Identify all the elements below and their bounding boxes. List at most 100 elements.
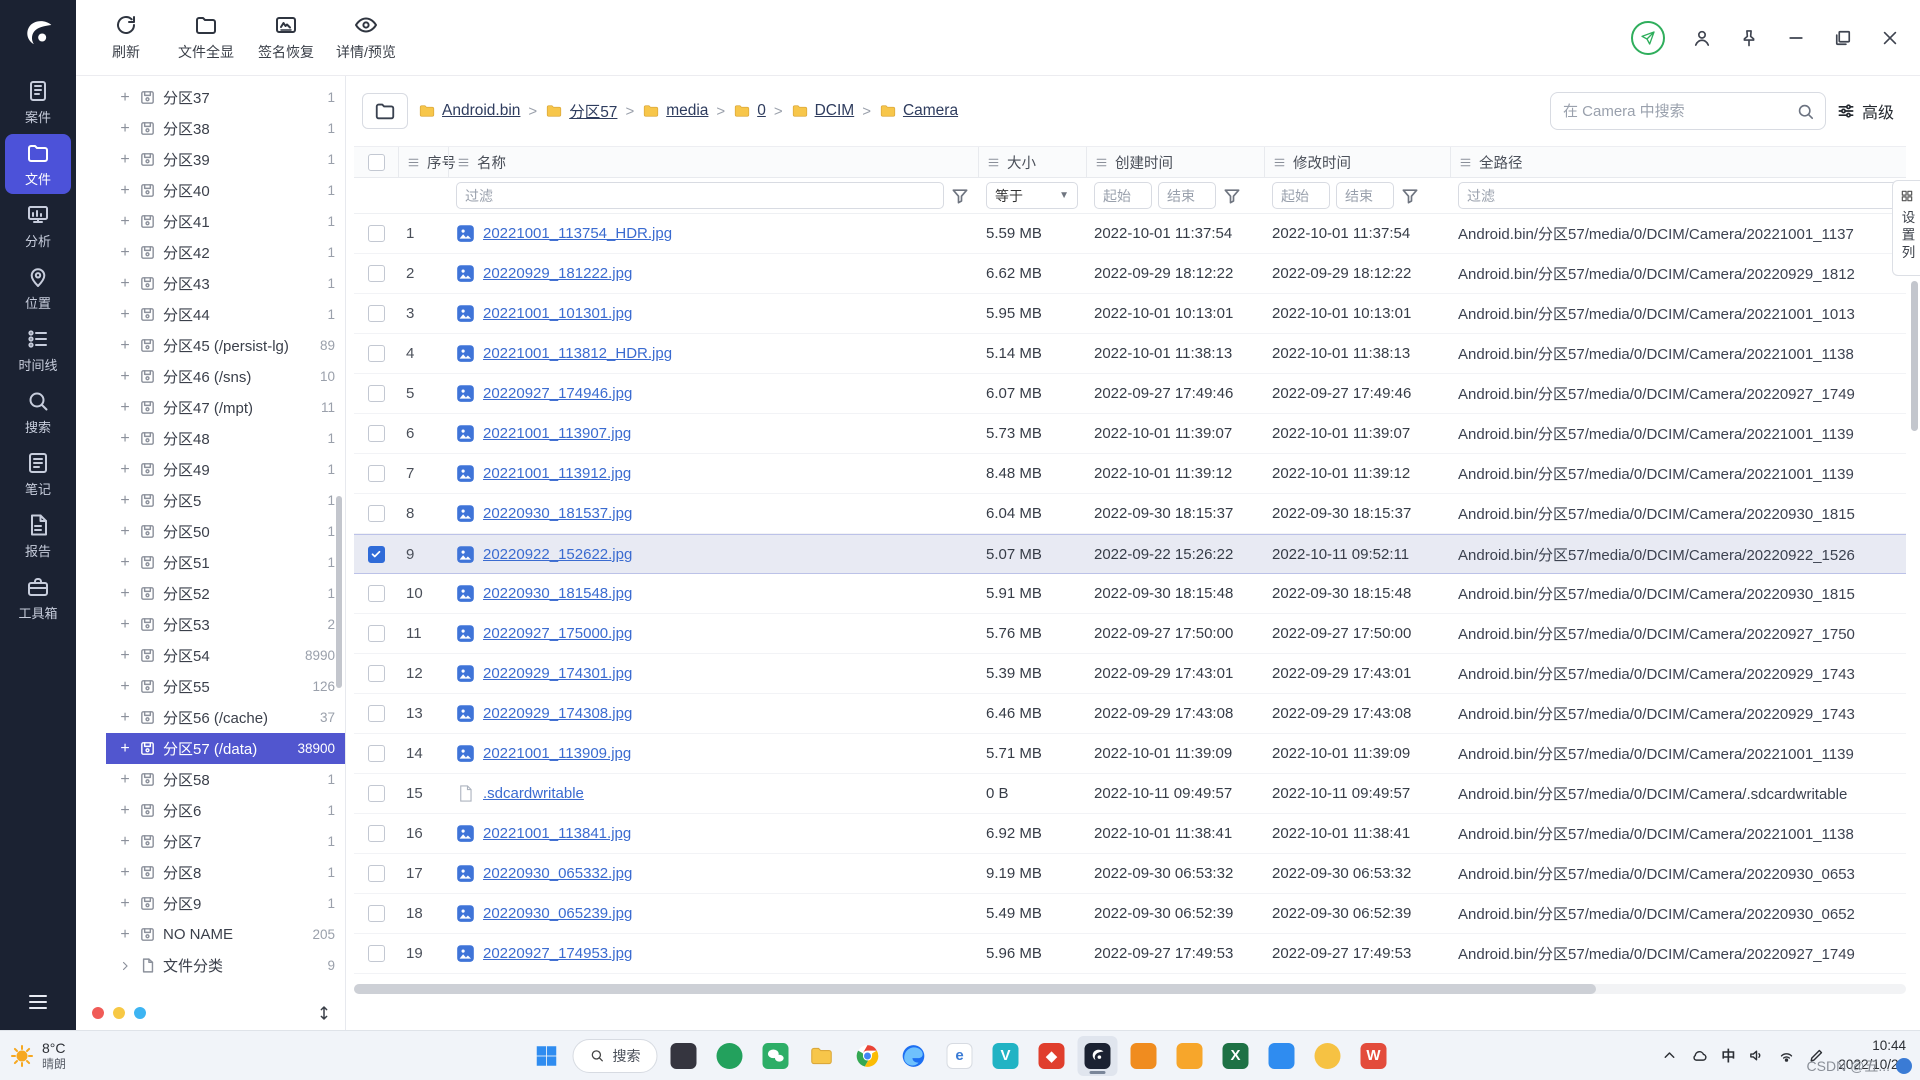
tray-expand-icon[interactable]	[1661, 1047, 1678, 1064]
expand-plus-icon[interactable]: +	[118, 431, 132, 447]
sidebar-item-search[interactable]: 搜索	[5, 382, 71, 442]
taskbar-wps[interactable]: W	[1354, 1036, 1394, 1076]
volume-icon[interactable]	[1748, 1047, 1765, 1064]
tree-item[interactable]: + 分区57 (/data) 38900	[106, 733, 345, 764]
tree-item[interactable]: + 分区46 (/sns) 10	[106, 361, 345, 392]
expand-plus-icon[interactable]: +	[118, 152, 132, 168]
red-status-dot[interactable]	[92, 1007, 104, 1019]
minimize-button[interactable]	[1786, 28, 1806, 48]
expand-plus-icon[interactable]: +	[118, 493, 132, 509]
taskbar-edge[interactable]	[894, 1036, 934, 1076]
toolbar-detail-preview-button[interactable]: 详情/预览	[330, 7, 402, 68]
taskbar-dark-tool-app[interactable]	[664, 1036, 704, 1076]
table-row[interactable]: 10 20220930_181548.jpg 5.91 MB 2022-09-3…	[354, 574, 1906, 614]
row-checkbox[interactable]	[368, 625, 385, 642]
tree-item[interactable]: + 分区47 (/mpt) 11	[106, 392, 345, 423]
row-checkbox[interactable]	[368, 785, 385, 802]
taskbar-clock[interactable]: 10:44 2022/10/25	[1838, 1037, 1906, 1073]
expand-plus-icon[interactable]: +	[118, 276, 132, 292]
row-checkbox[interactable]	[368, 546, 385, 563]
expand-plus-icon[interactable]: +	[118, 214, 132, 230]
breadcrumb-item[interactable]: media	[642, 102, 708, 120]
file-name-link[interactable]: 20220929_174301.jpg	[483, 665, 632, 682]
name-filter-funnel-icon[interactable]	[950, 186, 970, 206]
network-icon[interactable]	[1778, 1047, 1795, 1064]
expand-plus-icon[interactable]: +	[118, 927, 132, 943]
tree-item[interactable]: + 分区54 8990	[106, 640, 345, 671]
tree-item[interactable]: + 分区49 1	[106, 454, 345, 485]
sidebar-item-location[interactable]: 位置	[5, 258, 71, 318]
expand-plus-icon[interactable]: +	[118, 462, 132, 478]
row-checkbox[interactable]	[368, 825, 385, 842]
search-icon[interactable]	[1796, 102, 1815, 121]
table-row[interactable]: 9 20220922_152622.jpg 5.07 MB 2022-09-22…	[354, 534, 1906, 574]
column-header-name[interactable]: 名称	[448, 147, 978, 177]
size-operator-select[interactable]: 等于▼	[986, 182, 1078, 209]
tree-item[interactable]: + 分区52 1	[106, 578, 345, 609]
taskbar-blue-app[interactable]	[1262, 1036, 1302, 1076]
expand-plus-icon[interactable]: +	[118, 741, 132, 757]
sidebar-menu-button[interactable]	[0, 974, 76, 1030]
chevron-right-icon[interactable]	[118, 959, 132, 973]
expand-plus-icon[interactable]: +	[118, 90, 132, 106]
taskbar-light-app[interactable]: e	[940, 1036, 980, 1076]
file-name-link[interactable]: 20220922_152622.jpg	[483, 546, 632, 563]
pin-window-icon[interactable]	[1739, 28, 1759, 48]
tree-item[interactable]: + 分区56 (/cache) 37	[106, 702, 345, 733]
file-name-link[interactable]: 20221001_101301.jpg	[483, 305, 632, 322]
expand-plus-icon[interactable]: +	[118, 648, 132, 664]
panel-resize-icon[interactable]	[315, 1004, 333, 1022]
row-checkbox[interactable]	[368, 385, 385, 402]
table-row[interactable]: 14 20221001_113909.jpg 5.71 MB 2022-10-0…	[354, 734, 1906, 774]
tree-item[interactable]: + 分区45 (/persist-lg) 89	[106, 330, 345, 361]
expand-plus-icon[interactable]: +	[118, 772, 132, 788]
table-row[interactable]: 18 20220930_065239.jpg 5.49 MB 2022-09-3…	[354, 894, 1906, 934]
table-row[interactable]: 3 20221001_101301.jpg 5.95 MB 2022-10-01…	[354, 294, 1906, 334]
expand-plus-icon[interactable]: +	[118, 121, 132, 137]
table-row[interactable]: 2 20220929_181222.jpg 6.62 MB 2022-09-29…	[354, 254, 1906, 294]
file-name-link[interactable]: 20220929_181222.jpg	[483, 265, 632, 282]
table-row[interactable]: 13 20220929_174308.jpg 6.46 MB 2022-09-2…	[354, 694, 1906, 734]
tree-item[interactable]: + 分区9 1	[106, 888, 345, 919]
row-checkbox[interactable]	[368, 745, 385, 762]
expand-plus-icon[interactable]: +	[118, 803, 132, 819]
sidebar-item-toolbox[interactable]: 工具箱	[5, 568, 71, 628]
file-name-link[interactable]: 20220929_174308.jpg	[483, 705, 632, 722]
sidebar-item-note[interactable]: 笔记	[5, 444, 71, 504]
maximize-button[interactable]	[1833, 28, 1853, 48]
column-header-modified[interactable]: 修改时间	[1264, 147, 1450, 177]
tree-item[interactable]: + 分区50 1	[106, 516, 345, 547]
expand-plus-icon[interactable]: +	[118, 679, 132, 695]
taskbar-weather-widget[interactable]: 8°C 晴朗	[10, 1040, 66, 1071]
taskbar-orange-app[interactable]	[1124, 1036, 1164, 1076]
breadcrumb-link[interactable]: Camera	[903, 102, 958, 120]
user-icon[interactable]	[1692, 28, 1712, 48]
column-header-size[interactable]: 大小	[978, 147, 1086, 177]
expand-plus-icon[interactable]: +	[118, 524, 132, 540]
expand-plus-icon[interactable]: +	[118, 586, 132, 602]
tree-scrollbar[interactable]	[336, 76, 344, 990]
created-start-filter-input[interactable]	[1094, 182, 1152, 209]
taskbar-chrome[interactable]	[848, 1036, 888, 1076]
expand-plus-icon[interactable]: +	[118, 183, 132, 199]
taskbar-yellow-round-app[interactable]	[1308, 1036, 1348, 1076]
blue-status-dot[interactable]	[134, 1007, 146, 1019]
horizontal-scrollbar[interactable]	[354, 982, 1906, 996]
created-filter-funnel-icon[interactable]	[1222, 186, 1242, 206]
tree-item[interactable]: + 分区44 1	[106, 299, 345, 330]
sidebar-item-file[interactable]: 文件	[5, 134, 71, 194]
row-checkbox[interactable]	[368, 905, 385, 922]
row-checkbox[interactable]	[368, 505, 385, 522]
remote-send-button[interactable]	[1631, 21, 1665, 55]
row-checkbox[interactable]	[368, 345, 385, 362]
taskbar-wechat[interactable]	[756, 1036, 796, 1076]
file-name-link[interactable]: 20221001_113909.jpg	[483, 745, 631, 762]
row-checkbox[interactable]	[368, 465, 385, 482]
tree-item[interactable]: + 分区37 1	[106, 82, 345, 113]
name-filter-input[interactable]	[456, 182, 944, 209]
breadcrumb-link[interactable]: 分区57	[569, 100, 617, 122]
taskbar-search[interactable]: 搜索	[573, 1039, 658, 1073]
tree-item[interactable]: + 分区39 1	[106, 144, 345, 175]
expand-plus-icon[interactable]: +	[118, 710, 132, 726]
taskbar-file-explorer[interactable]	[802, 1036, 842, 1076]
